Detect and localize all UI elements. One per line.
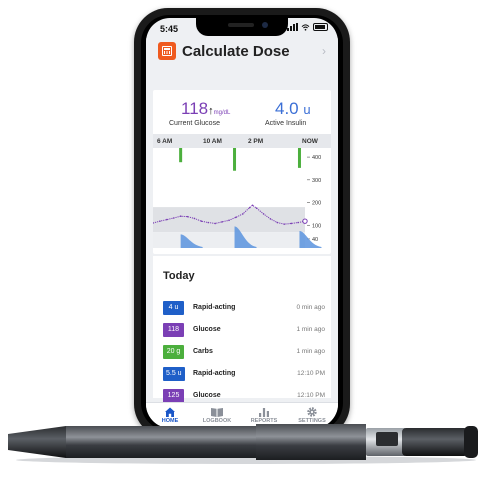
active-insulin-label: Active Insulin [265,120,307,127]
low-range-band [153,232,305,248]
entry-time: 0 min ago [296,304,325,311]
glucose-point [248,206,251,209]
glucose-point [235,216,237,219]
x-tick-label: 10 AM [203,138,222,145]
glucose-point [166,218,168,221]
glucose-point [269,218,272,220]
y-tick-label: 400 [312,155,321,161]
entry-badge: 5.5 u [163,367,185,381]
x-tick-label: NOW [302,138,318,145]
carbs-bar [297,148,301,168]
chart-time-axis: 6 AM 10 AM 2 PM NOW [153,134,331,148]
wifi-icon [301,23,310,31]
entry-label: Glucose [193,326,221,333]
glucose-point [179,215,182,217]
carbs-bar [233,148,237,171]
phone-screen: 5:45 Calculate Dose › 118↑mg/dL Current … [146,18,338,428]
entry-label: Rapid-acting [193,370,236,377]
entry-badge: 4 u [163,301,184,315]
log-entry-row[interactable]: 4 u Rapid-acting 0 min ago [161,300,327,316]
y-tick-label: 40 [312,237,318,243]
glucose-point [172,217,175,219]
glucose-point [200,220,203,222]
glucose-point [159,220,161,222]
entry-time: 12:10 PM [297,370,325,377]
calculator-icon [158,42,176,60]
y-tick-label: 300 [312,178,321,184]
glucose-point [251,204,254,207]
front-camera [262,22,268,28]
glucose-point [186,215,189,218]
page-title: Calculate Dose [182,43,290,60]
status-time: 5:45 [160,24,179,34]
glucose-point [290,222,292,225]
glucose-summary-card: 118↑mg/dL Current Glucose 4.0 u Active I… [153,90,331,254]
current-glucose-value: 118↑mg/dL [181,99,231,118]
entry-badge: 20 g [163,345,184,359]
chevron-right-icon[interactable]: › [322,44,326,58]
battery-icon [313,23,328,31]
speaker-grille [228,23,254,27]
x-tick-label: 2 PM [248,138,264,145]
entry-time: 1 min ago [296,326,325,333]
glucose-point [207,221,210,224]
current-glucose-marker [302,218,308,224]
glucose-point [255,207,258,210]
glucose-point [276,221,279,224]
glucose-point [193,217,196,220]
glucose-point [242,213,244,215]
glucose-point [283,223,286,225]
y-tick-label: 100 [312,223,321,229]
glucose-point [228,219,230,222]
active-insulin-value: 4.0 u [275,99,311,118]
glucose-point [214,222,216,225]
glucose-unit: mg/dL [213,110,231,116]
entry-time: 12:10 PM [297,392,325,399]
insulin-activity-area [299,230,322,248]
today-log-card: Today 4 u Rapid-acting 0 min ago 118 Glucose… [153,256,331,403]
glucose-point [262,213,265,215]
current-glucose-label: Current Glucose [169,120,220,127]
today-title: Today [163,270,195,282]
entry-time: 1 min ago [296,348,325,355]
y-tick-label: 200 [312,201,321,207]
glucose-point [221,221,223,223]
log-entry-row[interactable]: 118 Glucose 1 min ago [161,322,327,338]
entry-badge: 118 [163,323,184,337]
log-entry-row[interactable]: 20 g Carbs 1 min ago [161,344,327,360]
glucose-chart[interactable]: 400 300 200 100 40 [153,148,331,250]
entry-badge: 125 [163,389,184,403]
entry-label: Rapid-acting [193,304,236,311]
log-entry-row[interactable]: 5.5 u Rapid-acting 12:10 PM [161,366,327,382]
signal-icon [287,23,298,31]
x-tick-label: 6 AM [157,138,173,145]
glucose-point [297,221,299,224]
carbs-bar [179,148,183,163]
phone-notch [196,18,288,36]
status-icons [287,23,328,31]
insulin-pen-image [8,424,478,464]
entry-label: Glucose [193,392,221,399]
entry-label: Carbs [193,348,213,355]
